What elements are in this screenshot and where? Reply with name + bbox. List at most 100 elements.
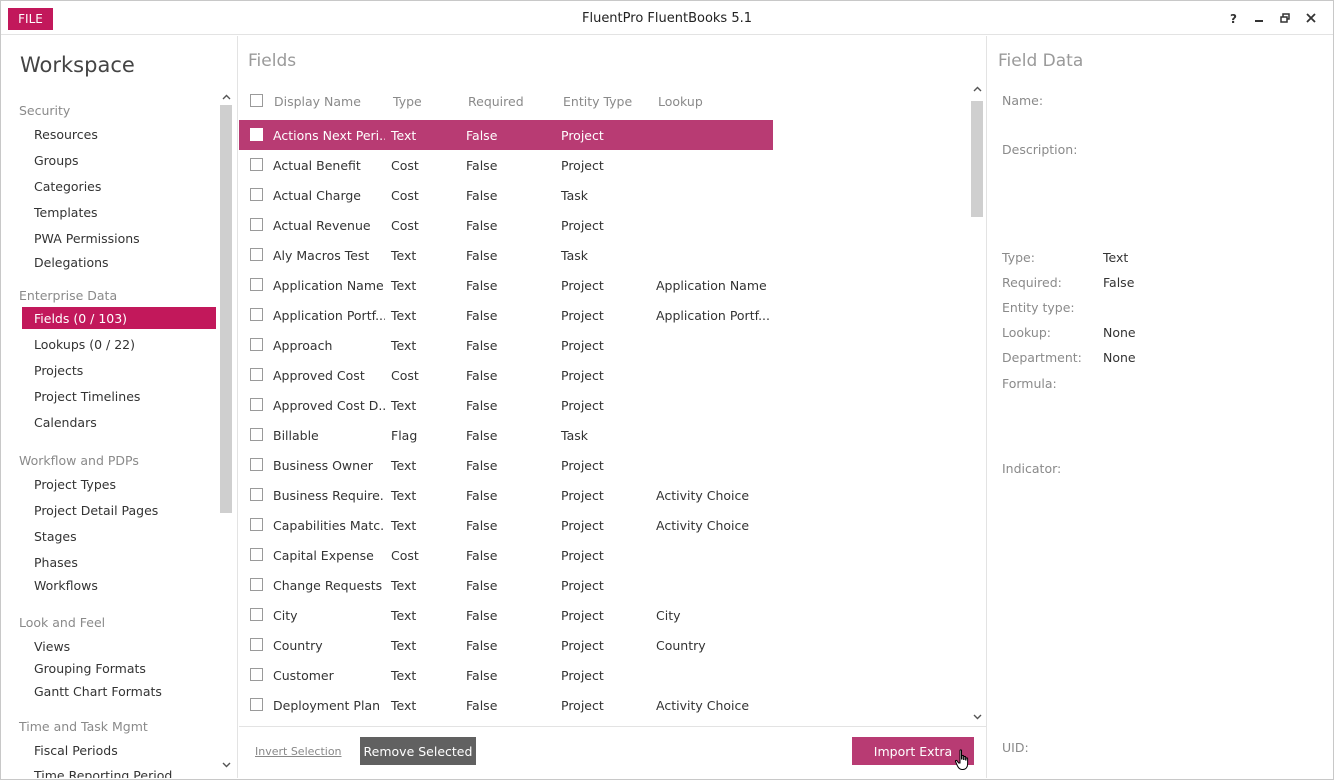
table-row[interactable]: Aly Macros Test Text False Task [239,240,773,270]
cell-display-name: Approved Cost [273,368,365,383]
invert-selection-link[interactable]: Invert Selection [255,745,342,758]
row-checkbox[interactable] [250,698,263,711]
row-checkbox[interactable] [250,128,263,141]
table-row[interactable]: Change Requests Text False Project [239,570,773,600]
required-value: False [1103,275,1135,290]
col-required[interactable]: Required [468,94,524,109]
nav-item-resources[interactable]: Resources [22,123,216,145]
minimize-icon[interactable] [1251,10,1267,26]
row-checkbox[interactable] [250,308,263,321]
row-checkbox[interactable] [250,458,263,471]
table-row[interactable]: Customer Text False Project [239,660,773,690]
select-all-checkbox[interactable] [250,94,263,107]
row-checkbox[interactable] [250,338,263,351]
scroll-up-icon[interactable] [219,91,233,103]
fields-scrollbar[interactable] [970,81,984,727]
row-checkbox[interactable] [250,608,263,621]
restore-icon[interactable] [1277,10,1293,26]
nav-item-grouping-formats[interactable]: Grouping Formats [22,657,216,679]
col-type[interactable]: Type [393,94,422,109]
nav-item-project-timelines[interactable]: Project Timelines [22,385,216,407]
cell-display-name: Change Requests [273,578,383,593]
scroll-down-icon[interactable] [970,711,984,723]
table-row[interactable]: Application Name Text False Project Applicat… [239,270,773,300]
cell-entity-type: Project [561,638,604,653]
cell-type: Text [391,338,417,353]
nav-item-gantt-chart-formats[interactable]: Gantt Chart Formats [22,680,216,702]
nav-item-stages[interactable]: Stages [22,525,216,547]
cell-display-name: City [273,608,298,623]
cell-entity-type: Project [561,578,604,593]
nav-item-time-reporting-period[interactable]: Time Reporting Period [22,764,216,779]
nav-item-lookups[interactable]: Lookups (0 / 22) [22,333,216,355]
cell-required: False [466,128,498,143]
nav-item-views[interactable]: Views [22,635,216,657]
cell-required: False [466,578,498,593]
table-row[interactable]: Capital Expense Cost False Project [239,540,773,570]
row-checkbox[interactable] [250,158,263,171]
table-row[interactable]: Country Text False Project Country [239,630,773,660]
table-row[interactable]: Approved Cost D... Text False Project [239,390,773,420]
row-checkbox[interactable] [250,638,263,651]
row-checkbox[interactable] [250,218,263,231]
table-row[interactable]: Capabilities Matc... Text False Project Acti… [239,510,773,540]
row-checkbox[interactable] [250,488,263,501]
table-row[interactable]: Billable Flag False Task [239,420,773,450]
table-row[interactable]: Business Owner Text False Project [239,450,773,480]
row-checkbox[interactable] [250,398,263,411]
scroll-thumb[interactable] [971,101,983,217]
table-row[interactable]: Actions Next Peri... Text False Project [239,120,773,150]
nav-item-pwa-permissions[interactable]: PWA Permissions [22,227,216,249]
table-row[interactable]: Actual Revenue Cost False Project [239,210,773,240]
table-row[interactable]: Deployment Plan Text False Project Activity … [239,690,773,720]
cell-required: False [466,188,498,203]
cell-display-name: Business Require... [273,488,385,503]
row-checkbox[interactable] [250,368,263,381]
row-checkbox[interactable] [250,548,263,561]
scroll-down-icon[interactable] [219,759,233,771]
help-icon[interactable]: ? [1226,10,1242,26]
row-checkbox[interactable] [250,668,263,681]
nav-item-project-types[interactable]: Project Types [22,473,216,495]
row-checkbox[interactable] [250,248,263,261]
cell-entity-type: Task [561,428,588,443]
cell-display-name: Application Name [273,278,384,293]
nav-item-calendars[interactable]: Calendars [22,411,216,433]
uid-label: UID: [1002,740,1029,755]
col-entity-type[interactable]: Entity Type [563,94,632,109]
workspace-scrollbar[interactable] [219,89,233,777]
nav-item-groups[interactable]: Groups [22,149,216,171]
row-checkbox[interactable] [250,428,263,441]
nav-item-templates[interactable]: Templates [22,201,216,223]
remove-selected-button[interactable]: Remove Selected [360,737,476,765]
app-window: FILE FluentPro FluentBooks 5.1 ? Workspa… [0,0,1334,780]
close-icon[interactable] [1303,10,1319,26]
row-checkbox[interactable] [250,578,263,591]
table-row[interactable]: Actual Benefit Cost False Project [239,150,773,180]
col-lookup[interactable]: Lookup [658,94,703,109]
nav-item-fiscal-periods[interactable]: Fiscal Periods [22,739,216,761]
nav-item-delegations[interactable]: Delegations [22,251,216,273]
cell-entity-type: Project [561,668,604,683]
nav-item-phases[interactable]: Phases [22,551,216,573]
scroll-thumb[interactable] [220,105,232,513]
cell-display-name: Customer [273,668,334,683]
table-row[interactable]: City Text False Project City [239,600,773,630]
nav-item-project-detail-pages[interactable]: Project Detail Pages [22,499,216,521]
scroll-up-icon[interactable] [970,83,984,95]
cell-display-name: Application Portf... [273,308,385,323]
nav-item-fields[interactable]: Fields (0 / 103) [22,307,216,329]
row-checkbox[interactable] [250,278,263,291]
row-checkbox[interactable] [250,518,263,531]
table-row[interactable]: Application Portf... Text False Project Appl… [239,300,773,330]
nav-item-workflows[interactable]: Workflows [22,574,216,596]
table-row[interactable]: Approach Text False Project [239,330,773,360]
table-row[interactable]: Approved Cost Cost False Project [239,360,773,390]
nav-item-projects[interactable]: Projects [22,359,216,381]
cell-type: Text [391,488,417,503]
row-checkbox[interactable] [250,188,263,201]
col-display-name[interactable]: Display Name [274,94,361,109]
table-row[interactable]: Actual Charge Cost False Task [239,180,773,210]
table-row[interactable]: Business Require... Text False Project Activ… [239,480,773,510]
nav-item-categories[interactable]: Categories [22,175,216,197]
